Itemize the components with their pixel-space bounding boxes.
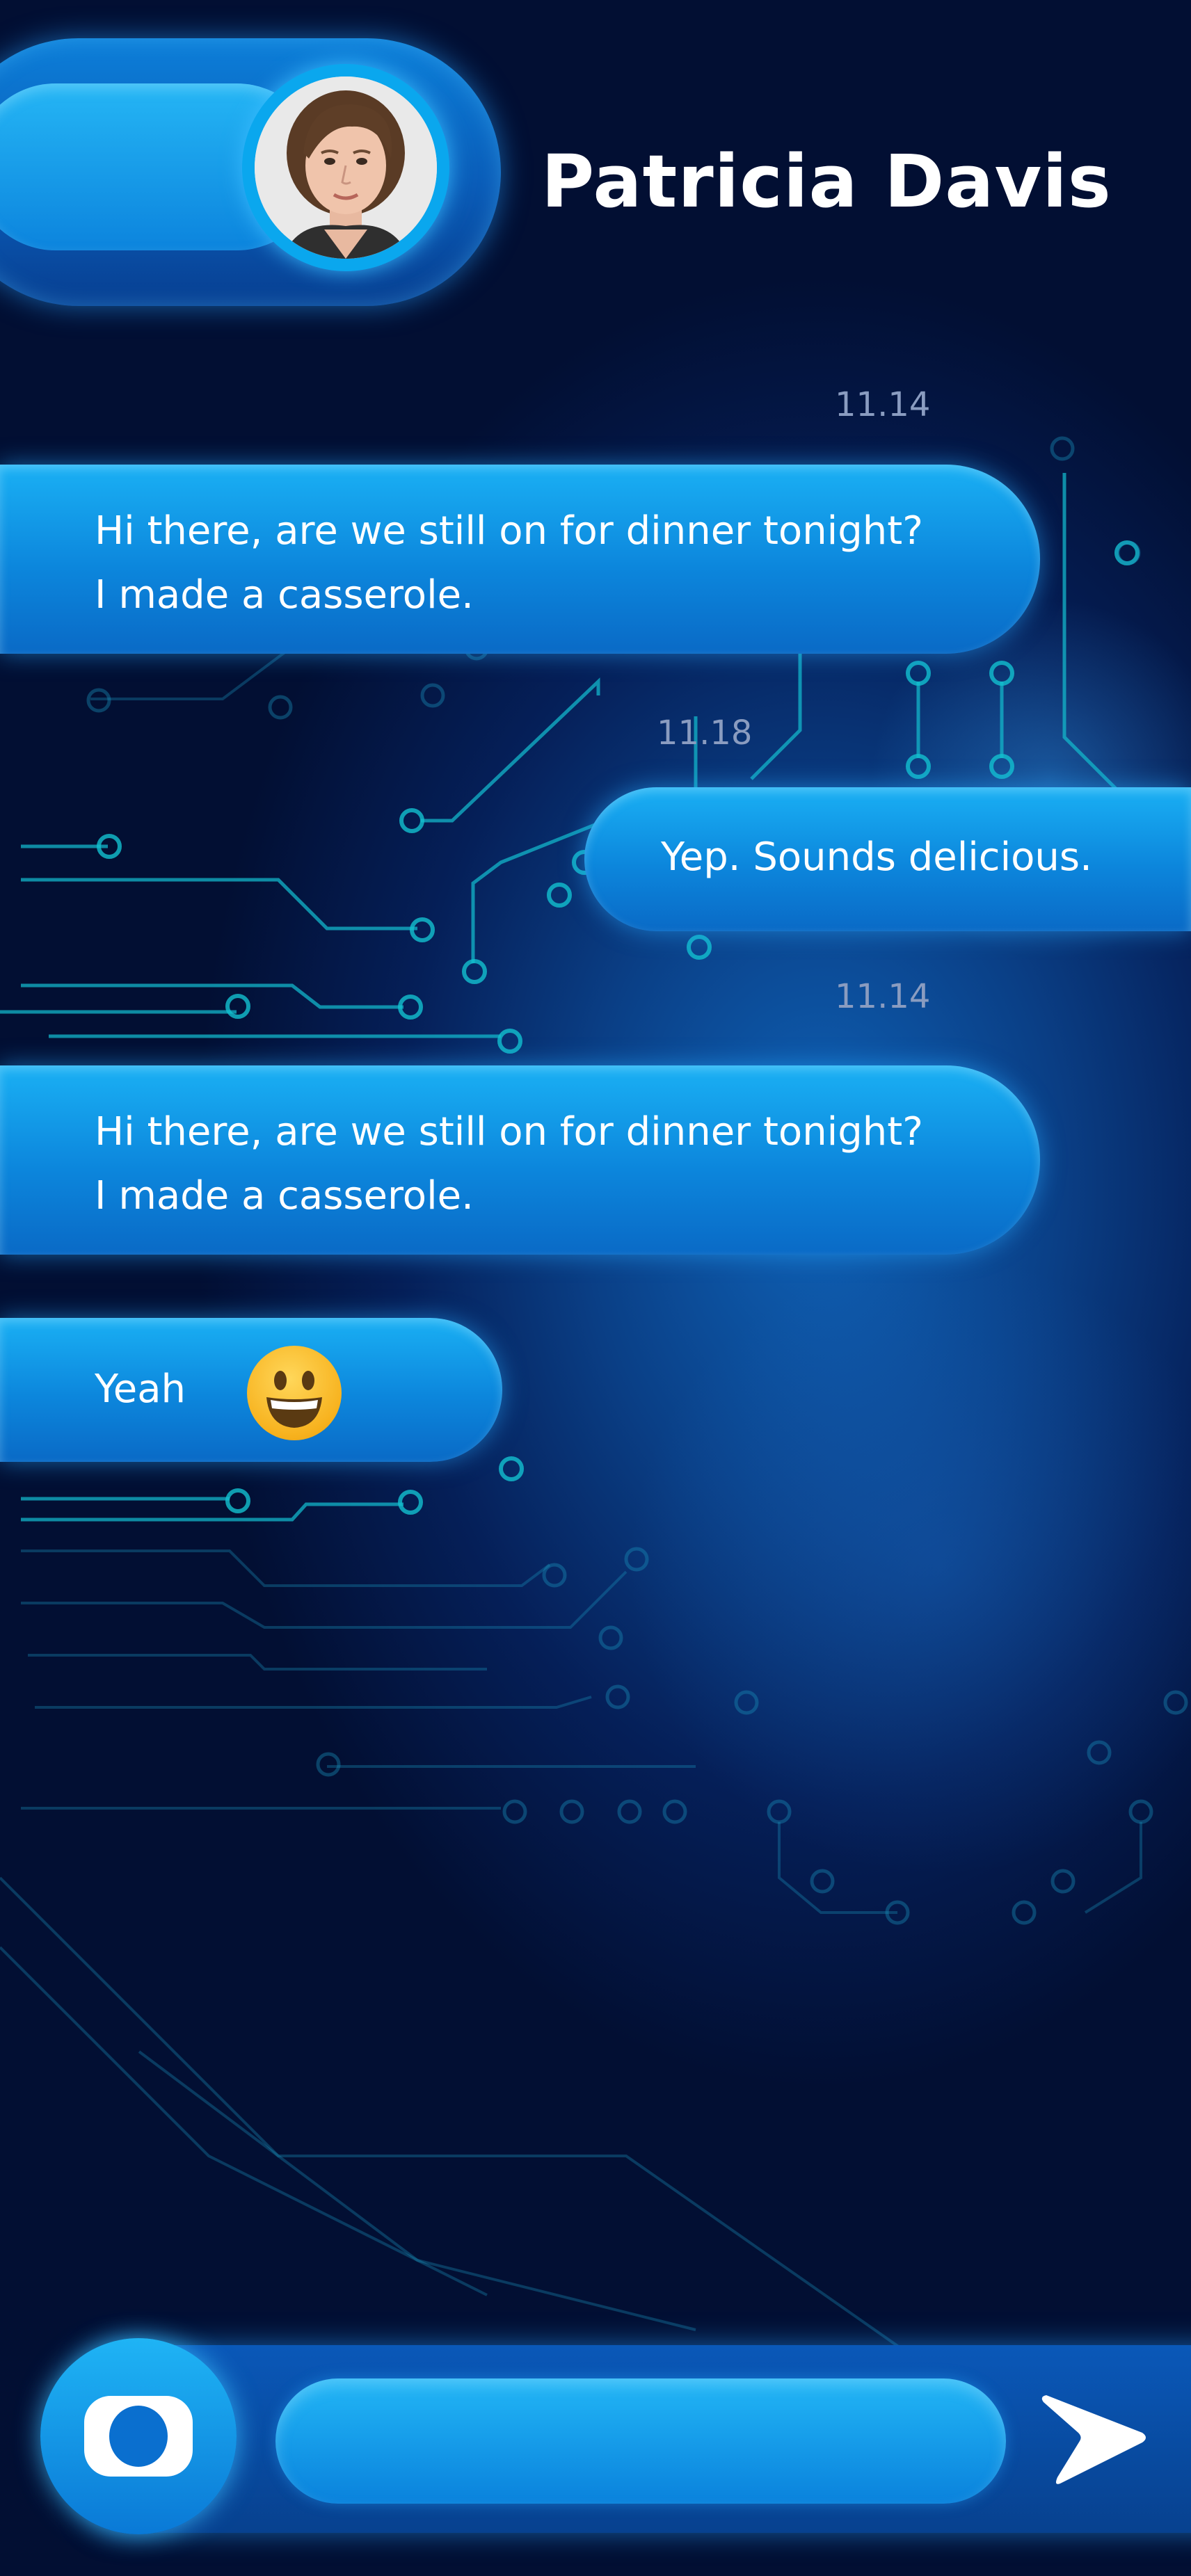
message-timestamp: 11.14 [835, 977, 931, 1016]
message-text: I made a casserole. [95, 1173, 474, 1218]
message-text: I made a casserole. [95, 572, 474, 618]
message-text: Hi there, are we still on for dinner ton… [95, 508, 923, 554]
message-text: Yep. Sounds delicious. [661, 835, 1092, 880]
message-timestamp: 11.18 [657, 714, 753, 752]
contact-name: Patricia Davis [541, 139, 1112, 224]
message-text: Hi there, are we still on for dinner ton… [95, 1109, 923, 1154]
send-button[interactable] [1037, 2385, 1155, 2490]
camera-button[interactable] [40, 2338, 237, 2534]
message-bubble-incoming[interactable]: Yeah [0, 1318, 502, 1462]
grinning-face-emoji-icon [247, 1346, 342, 1440]
send-arrow-icon [1041, 2395, 1146, 2484]
message-bubble-outgoing[interactable]: Yep. Sounds delicious. [584, 787, 1191, 931]
message-bubble-incoming[interactable]: Hi there, are we still on for dinner ton… [0, 1065, 1040, 1255]
message-timestamp: 11.14 [835, 385, 931, 424]
camera-icon [84, 2396, 193, 2477]
circuit-background [0, 436, 1188, 2352]
avatar[interactable] [242, 64, 449, 271]
message-bubble-incoming[interactable]: Hi there, are we still on for dinner ton… [0, 465, 1040, 654]
avatar-photo [255, 77, 437, 259]
message-input[interactable] [275, 2378, 1006, 2504]
chat-screen: Patricia Davis 11.14 Hi there, are we st… [0, 0, 1191, 2576]
